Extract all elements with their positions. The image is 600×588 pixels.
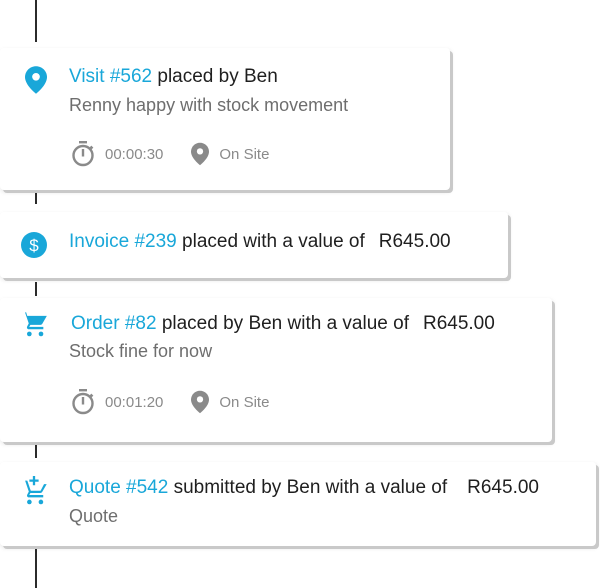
status-text: On Site	[219, 145, 270, 163]
amount-text: R645.00	[467, 477, 539, 498]
timeline-note: Quote	[69, 506, 119, 526]
timeline-line	[35, 444, 37, 458]
dollar-circle-icon: $	[20, 231, 48, 259]
quote-link[interactable]: Quote #542	[69, 477, 168, 498]
timeline-line	[35, 192, 37, 204]
timeline-title: Visit #562 placed by Ben	[69, 66, 278, 88]
timeline-note: Stock fine for now	[69, 341, 213, 361]
title-text: placed by Ben	[152, 66, 278, 87]
timeline-title: Quote #542 submitted by Ben with a value…	[69, 477, 539, 499]
timeline-title: Invoice #239 placed with a value of R645.…	[69, 231, 451, 253]
timeline-card-order[interactable]: Order #82 placed by Ben with a value of R…	[0, 298, 552, 442]
svg-text:$: $	[29, 236, 39, 255]
visit-link[interactable]: Visit #562	[69, 66, 152, 87]
timeline-card-quote[interactable]: Quote #542 submitted by Ben with a value…	[0, 462, 596, 546]
status-text: On Site	[219, 393, 270, 411]
stopwatch-icon	[71, 141, 95, 167]
order-link[interactable]: Order #82	[71, 313, 157, 334]
title-text: placed with a value of	[176, 231, 365, 252]
invoice-link[interactable]: Invoice #239	[69, 231, 177, 252]
timeline-card-visit[interactable]: Visit #562 placed by Ben Renny happy wit…	[0, 48, 450, 190]
location-pin-icon	[22, 66, 50, 94]
duration-text: 00:00:30	[105, 145, 164, 163]
timeline-line	[35, 548, 37, 588]
duration-text: 00:01:20	[105, 393, 164, 411]
timeline-meta: 00:01:20 On Site	[71, 389, 269, 415]
title-text: placed by Ben with a value of	[156, 313, 409, 334]
location-pin-icon	[191, 142, 210, 166]
timeline-title: Order #82 placed by Ben with a value of R…	[71, 313, 495, 335]
timeline-line	[35, 282, 37, 296]
title-text: submitted by Ben with a value of	[168, 477, 448, 498]
timeline-meta: 00:00:30 On Site	[71, 141, 269, 167]
shopping-cart-icon	[20, 310, 48, 338]
amount-text: R645.00	[422, 313, 495, 334]
location-pin-icon	[191, 390, 210, 414]
timeline-line	[35, 0, 37, 42]
add-to-cart-icon	[20, 476, 48, 505]
amount-text: R645.00	[378, 231, 451, 252]
timeline-note: Renny happy with stock movement	[69, 95, 349, 115]
timeline-card-invoice[interactable]: $ Invoice #239 placed with a value of R64…	[0, 212, 508, 278]
stopwatch-icon	[71, 389, 95, 415]
